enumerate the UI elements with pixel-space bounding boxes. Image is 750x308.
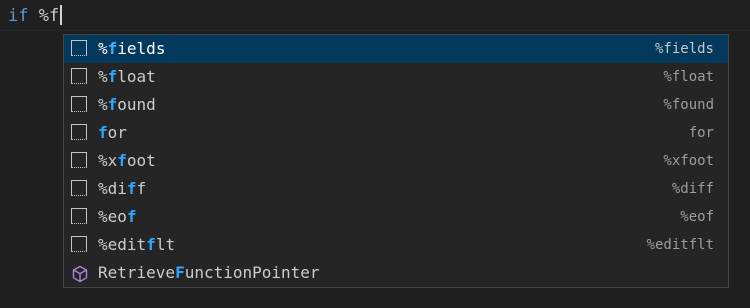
snippet-icon (71, 236, 87, 252)
suggestion-item[interactable]: %eof %eof (64, 203, 728, 231)
suggestion-item[interactable]: %xfoot %xfoot (64, 147, 728, 175)
method-cube-icon (71, 264, 88, 283)
code-text[interactable]: if %f (8, 5, 63, 27)
suggestion-item[interactable]: %float %float (64, 63, 728, 91)
suggestion-detail: %fields (654, 41, 714, 57)
suggestion-label: %editflt (98, 235, 176, 254)
snippet-icon (71, 124, 87, 140)
snippet-icon (71, 208, 87, 224)
suggestion-detail: %xfoot (663, 153, 714, 169)
suggestion-item[interactable]: for for (64, 119, 728, 147)
text-cursor (60, 5, 63, 25)
suggestion-detail: %float (663, 69, 714, 85)
suggestion-item[interactable]: %fields %fields (64, 35, 728, 63)
suggestion-label: %diff (98, 179, 147, 198)
suggest-widget[interactable]: %fields %fields %float %float %found %fo… (63, 34, 729, 288)
typed-text: %f (38, 6, 60, 26)
suggestion-detail: for (688, 125, 714, 141)
suggestion-detail: %editflt (646, 237, 714, 253)
suggestion-detail: %diff (671, 181, 714, 197)
keyword-if: if (8, 6, 29, 26)
snippet-icon (71, 96, 87, 112)
editor-current-line[interactable]: if %f (0, 0, 750, 31)
suggestion-label: %xfoot (98, 151, 156, 170)
suggestion-label: for (98, 123, 127, 142)
suggestion-label: %eof (98, 207, 137, 226)
suggestion-item[interactable]: %editflt %editflt (64, 231, 728, 259)
snippet-icon (71, 40, 87, 56)
suggestion-label: RetrieveFunctionPointer (98, 263, 320, 282)
suggestion-item[interactable]: RetrieveFunctionPointer (64, 259, 728, 287)
suggestion-label: %found (98, 95, 156, 114)
suggestion-label: %float (98, 67, 156, 86)
suggestion-detail: %eof (680, 209, 714, 225)
suggestion-item[interactable]: %found %found (64, 91, 728, 119)
suggestion-item[interactable]: %diff %diff (64, 175, 728, 203)
suggestion-detail: %found (663, 97, 714, 113)
suggestion-label: %fields (98, 39, 166, 58)
snippet-icon (71, 68, 87, 84)
snippet-icon (71, 180, 87, 196)
snippet-icon (71, 152, 87, 168)
